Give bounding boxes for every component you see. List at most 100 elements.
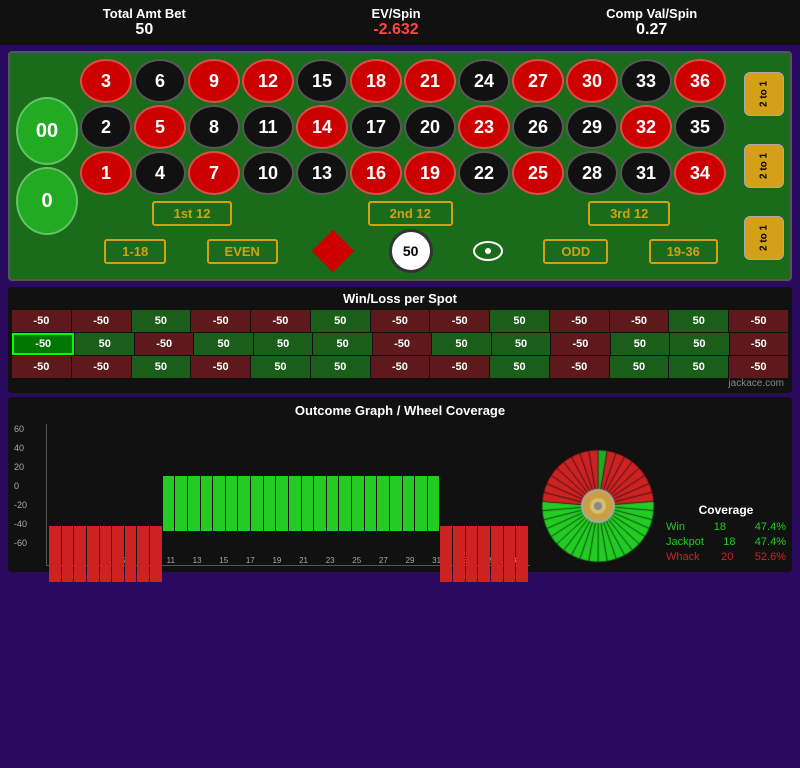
cell-19[interactable]: 19 <box>404 151 456 195</box>
wl-cell[interactable]: -50 <box>729 356 788 378</box>
chip-50[interactable]: 50 <box>389 229 433 273</box>
jackace-logo: jackace.com <box>12 378 784 389</box>
wl-cell[interactable]: 50 <box>669 356 728 378</box>
wl-cell[interactable]: 50 <box>254 333 312 355</box>
dozen-2nd-12[interactable]: 2nd 12 <box>368 201 453 226</box>
wl-cell[interactable]: -50 <box>191 356 250 378</box>
btn-even[interactable]: EVEN <box>207 239 278 264</box>
cell-12[interactable]: 12 <box>242 59 294 103</box>
cell-28[interactable]: 28 <box>566 151 618 195</box>
wl-cell[interactable]: 50 <box>75 333 133 355</box>
cell-17[interactable]: 17 <box>350 105 402 149</box>
numbers-row-3: 1 4 7 10 13 16 19 22 25 28 31 34 <box>80 151 742 195</box>
cell-3[interactable]: 3 <box>80 59 132 103</box>
cell-11[interactable]: 11 <box>242 105 294 149</box>
wl-cell[interactable]: 50 <box>311 310 370 332</box>
wl-cell[interactable]: 50 <box>132 356 191 378</box>
wl-cell[interactable]: -50 <box>373 333 431 355</box>
wl-cell[interactable]: 50 <box>313 333 371 355</box>
wl-cell[interactable]: 50 <box>194 333 252 355</box>
cell-6[interactable]: 6 <box>134 59 186 103</box>
dozen-1st-12[interactable]: 1st 12 <box>152 201 233 226</box>
wl-cell[interactable]: 50 <box>432 333 490 355</box>
wl-cell[interactable]: 50 <box>490 310 549 332</box>
wl-cell[interactable]: -50 <box>135 333 193 355</box>
double-zero[interactable]: 00 <box>16 97 78 165</box>
wheel <box>538 446 658 566</box>
wl-cell[interactable]: -50 <box>430 310 489 332</box>
wl-cell[interactable]: 50 <box>670 333 728 355</box>
cell-2[interactable]: 2 <box>80 105 132 149</box>
cell-8[interactable]: 8 <box>188 105 240 149</box>
btn-odd[interactable]: ODD <box>543 239 608 264</box>
wl-cell[interactable]: 50 <box>490 356 549 378</box>
wl-cell[interactable]: -50 <box>191 310 250 332</box>
cell-15[interactable]: 15 <box>296 59 348 103</box>
wl-cell[interactable]: -50 <box>12 356 71 378</box>
zero[interactable]: 0 <box>16 167 78 235</box>
cell-18[interactable]: 18 <box>350 59 402 103</box>
cell-5[interactable]: 5 <box>134 105 186 149</box>
wl-cell[interactable]: -50 <box>730 333 788 355</box>
cell-16[interactable]: 16 <box>350 151 402 195</box>
cell-4[interactable]: 4 <box>134 151 186 195</box>
side-bet-2to1-mid[interactable]: 2 to 1 <box>744 144 784 188</box>
wl-cell[interactable]: -50 <box>72 310 131 332</box>
cell-30[interactable]: 30 <box>566 59 618 103</box>
cell-10[interactable]: 10 <box>242 151 294 195</box>
cell-1[interactable]: 1 <box>80 151 132 195</box>
wl-cell[interactable]: 50 <box>492 333 550 355</box>
cell-22[interactable]: 22 <box>458 151 510 195</box>
chip-selector <box>473 241 503 261</box>
btn-1-18[interactable]: 1-18 <box>104 239 166 264</box>
btn-19-36[interactable]: 19-36 <box>649 239 718 264</box>
cell-24[interactable]: 24 <box>458 59 510 103</box>
cell-34[interactable]: 34 <box>674 151 726 195</box>
chart-area: 135791113151719212325272931333537 <box>46 424 530 566</box>
wl-cell[interactable]: 50 <box>311 356 370 378</box>
cell-20[interactable]: 20 <box>404 105 456 149</box>
wl-cell[interactable]: 50 <box>610 356 669 378</box>
header: Total Amt Bet 50 EV/Spin -2.632 Comp Val… <box>0 0 800 45</box>
wl-cell[interactable]: -50 <box>371 356 430 378</box>
wl-cell[interactable]: 50 <box>251 356 310 378</box>
wl-cell[interactable]: -50 <box>72 356 131 378</box>
coverage-whack-row: Whack 20 52.6% <box>666 551 786 563</box>
wl-cell[interactable]: -50 <box>251 310 310 332</box>
wl-cell[interactable]: -50 <box>610 310 669 332</box>
wl-cell-selected[interactable]: -50 <box>12 333 74 355</box>
numbers-section: 3 6 9 12 15 18 21 24 27 30 33 36 2 5 8 1… <box>80 59 742 273</box>
wl-cell[interactable]: -50 <box>430 356 489 378</box>
cell-35[interactable]: 35 <box>674 105 726 149</box>
wl-cell[interactable]: -50 <box>550 356 609 378</box>
wl-row-3: -50 -50 50 -50 50 50 -50 -50 50 -50 50 5… <box>12 356 788 378</box>
cell-29[interactable]: 29 <box>566 105 618 149</box>
cell-9[interactable]: 9 <box>188 59 240 103</box>
dozen-3rd-12[interactable]: 3rd 12 <box>588 201 670 226</box>
wl-cell[interactable]: 50 <box>132 310 191 332</box>
wl-cell[interactable]: 50 <box>669 310 728 332</box>
side-bet-2to1-top[interactable]: 2 to 1 <box>744 72 784 116</box>
cell-26[interactable]: 26 <box>512 105 564 149</box>
wl-cell[interactable]: -50 <box>551 333 609 355</box>
cell-23[interactable]: 23 <box>458 105 510 149</box>
cell-31[interactable]: 31 <box>620 151 672 195</box>
cell-36[interactable]: 36 <box>674 59 726 103</box>
dozen-row: 1st 12 2nd 12 3rd 12 <box>80 201 742 226</box>
wl-cell[interactable]: -50 <box>12 310 71 332</box>
wl-cell[interactable]: 50 <box>611 333 669 355</box>
wl-cell[interactable]: -50 <box>729 310 788 332</box>
cell-21[interactable]: 21 <box>404 59 456 103</box>
numbers-row-2: 2 5 8 11 14 17 20 23 26 29 32 35 <box>80 105 742 149</box>
wl-cell[interactable]: -50 <box>550 310 609 332</box>
cell-7[interactable]: 7 <box>188 151 240 195</box>
side-bet-2to1-bot[interactable]: 2 to 1 <box>744 216 784 260</box>
wl-cell[interactable]: -50 <box>371 310 430 332</box>
cell-27[interactable]: 27 <box>512 59 564 103</box>
cell-32[interactable]: 32 <box>620 105 672 149</box>
cell-13[interactable]: 13 <box>296 151 348 195</box>
zeros-column: 00 0 <box>16 59 78 273</box>
cell-25[interactable]: 25 <box>512 151 564 195</box>
cell-33[interactable]: 33 <box>620 59 672 103</box>
cell-14[interactable]: 14 <box>296 105 348 149</box>
